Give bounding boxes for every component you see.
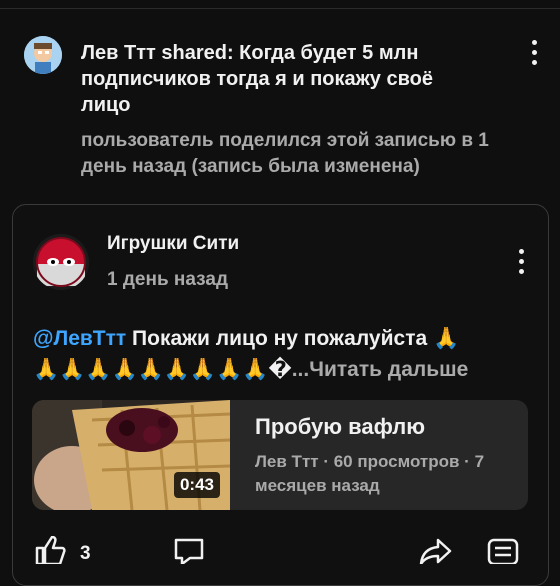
more-vert-icon[interactable] [529,40,539,66]
video-attachment[interactable]: 0:43 Пробую вафлю Лев Ттт · 60 просмотро… [32,400,528,510]
divider [0,8,560,9]
shared-post-header: Лев Ттт shared: Когда будет 5 млн подпис… [0,28,560,188]
pray-emoji-row: 🙏🙏🙏🙏🙏🙏🙏🙏🙏 [33,358,269,381]
video-thumbnail[interactable]: 0:43 [32,400,230,510]
comment-icon[interactable] [172,536,206,569]
like-count: 3 [80,543,91,564]
action-bar: 3 [0,532,560,566]
post-text-line: Покажи лицо ну пожалуйста [126,327,433,350]
community-post-card: Игрушки Сити 1 день назад @ЛевТтт Покажи… [12,204,549,586]
mention-link[interactable]: @ЛевТтт [33,327,126,350]
avatar[interactable] [24,36,62,74]
broken-glyph: � [268,358,292,381]
shared-post-meta: пользователь поделился этой записью в 1 … [81,130,489,177]
post-time: 1 день назад [107,269,229,290]
save-icon[interactable] [486,536,520,569]
thumb-up-icon[interactable] [34,535,66,569]
more-vert-icon[interactable] [516,249,526,275]
video-meta: Лев Ттт · 60 просмотров · 7 месяцев наза… [255,452,485,495]
video-title[interactable]: Пробую вафлю [255,414,425,440]
post-text: @ЛевТтт Покажи лицо ну пожалуйста 🙏 🙏🙏🙏🙏… [33,323,529,385]
channel-name[interactable]: Игрушки Сити [107,233,239,255]
pray-emoji: 🙏 [433,327,460,350]
read-more-link[interactable]: ...Читать дальше [292,358,469,381]
avatar[interactable] [33,234,89,290]
share-icon[interactable] [418,536,454,569]
video-duration: 0:43 [173,472,220,498]
shared-post-title[interactable]: Лев Ттт shared: Когда будет 5 млн подпис… [81,40,471,118]
